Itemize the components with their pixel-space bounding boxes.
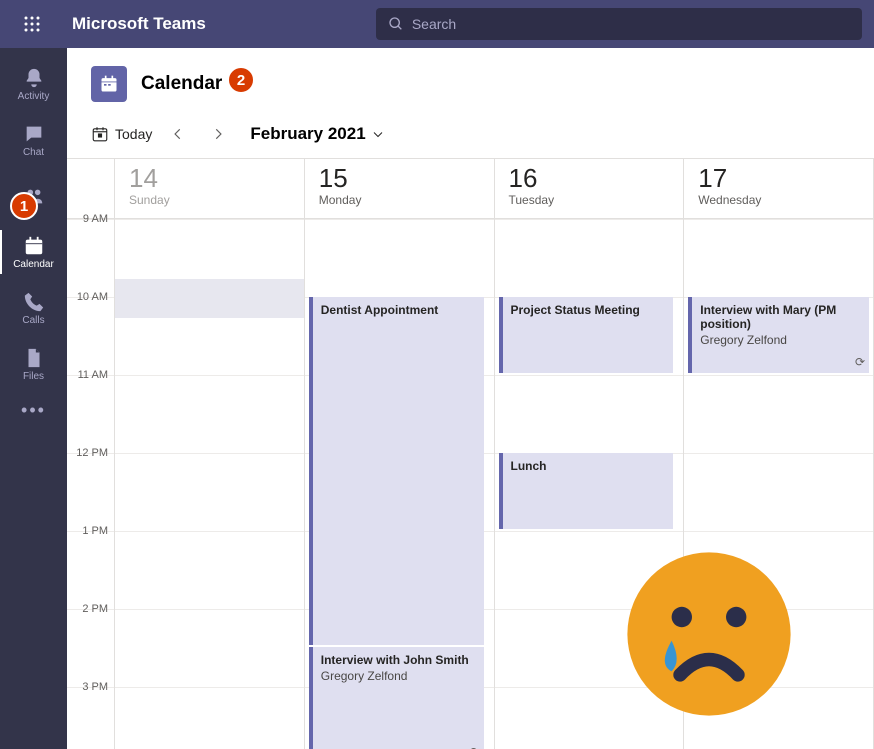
calendar-app-icon — [91, 66, 127, 102]
chevron-left-icon — [171, 127, 185, 141]
event-dentist[interactable]: Dentist Appointment — [309, 297, 484, 645]
sad-emoji-icon — [624, 549, 794, 719]
rail-label: Chat — [23, 147, 44, 158]
chat-icon — [23, 123, 45, 145]
rail-label: Calendar — [13, 259, 54, 270]
rail-label: Activity — [18, 91, 50, 102]
event-title: Interview with Mary (PM position) — [700, 303, 861, 331]
search-icon — [388, 16, 404, 32]
event-title: Project Status Meeting — [511, 303, 666, 317]
day-number: 17 — [698, 165, 873, 191]
time-label: 3 PM — [67, 687, 114, 749]
rail-calls[interactable]: Calls — [0, 280, 67, 336]
recurring-icon: ⟳ — [469, 745, 479, 749]
rail-activity[interactable]: Activity — [0, 56, 67, 112]
search-placeholder: Search — [412, 16, 456, 32]
rail-calendar[interactable]: Calendar — [0, 224, 67, 280]
day-number: 15 — [319, 165, 494, 191]
day-name: Sunday — [129, 193, 304, 207]
phone-icon — [23, 291, 45, 313]
rail-more[interactable]: ••• — [21, 400, 46, 421]
time-label: 9 AM — [67, 219, 114, 297]
next-week-button[interactable] — [204, 120, 232, 148]
event-project-status[interactable]: Project Status Meeting — [499, 297, 674, 373]
day-column-mon[interactable]: 15 Monday Dentist Appointment Interview … — [305, 159, 495, 749]
event-title: Dentist Appointment — [321, 303, 476, 317]
event-title: Lunch — [511, 459, 666, 473]
day-name: Monday — [319, 193, 494, 207]
event-organizer: Gregory Zelfond — [321, 669, 476, 683]
file-icon — [23, 347, 45, 369]
recurring-icon: ⟳ — [855, 355, 865, 369]
selected-slot[interactable] — [115, 279, 304, 318]
event-interview-john[interactable]: Interview with John Smith Gregory Zelfon… — [309, 647, 484, 749]
time-label: 12 PM — [67, 453, 114, 531]
day-column-sun[interactable]: 14 Sunday — [115, 159, 305, 749]
day-number: 14 — [129, 165, 304, 191]
event-interview-mary[interactable]: Interview with Mary (PM position) Gregor… — [688, 297, 869, 373]
month-label-text: February 2021 — [250, 124, 365, 144]
app-launcher-icon[interactable] — [12, 4, 52, 44]
search-input[interactable]: Search — [376, 8, 862, 40]
time-label: 11 AM — [67, 375, 114, 453]
bell-icon — [23, 67, 45, 89]
today-icon — [91, 125, 109, 143]
annotation-2: 2 — [227, 66, 255, 94]
app-title: Microsoft Teams — [72, 14, 206, 34]
day-name: Wednesday — [698, 193, 873, 207]
month-picker[interactable]: February 2021 — [250, 124, 383, 144]
today-label: Today — [115, 126, 152, 142]
rail-files[interactable]: Files — [0, 336, 67, 392]
chevron-down-icon — [372, 128, 384, 140]
rail-label: Calls — [22, 315, 44, 326]
rail-label: Files — [23, 371, 44, 382]
time-label: 2 PM — [67, 609, 114, 687]
prev-week-button[interactable] — [164, 120, 192, 148]
rail-chat[interactable]: Chat — [0, 112, 67, 168]
event-organizer: Gregory Zelfond — [700, 333, 861, 347]
day-number: 16 — [509, 165, 684, 191]
event-lunch[interactable]: Lunch — [499, 453, 674, 529]
time-label: 10 AM — [67, 297, 114, 375]
time-label: 1 PM — [67, 531, 114, 609]
day-name: Tuesday — [509, 193, 684, 207]
calendar-icon — [23, 235, 45, 257]
chevron-right-icon — [211, 127, 225, 141]
event-title: Interview with John Smith — [321, 653, 476, 667]
page-title: Calendar — [141, 73, 222, 95]
today-button[interactable]: Today — [91, 125, 152, 143]
annotation-1: 1 — [10, 192, 38, 220]
